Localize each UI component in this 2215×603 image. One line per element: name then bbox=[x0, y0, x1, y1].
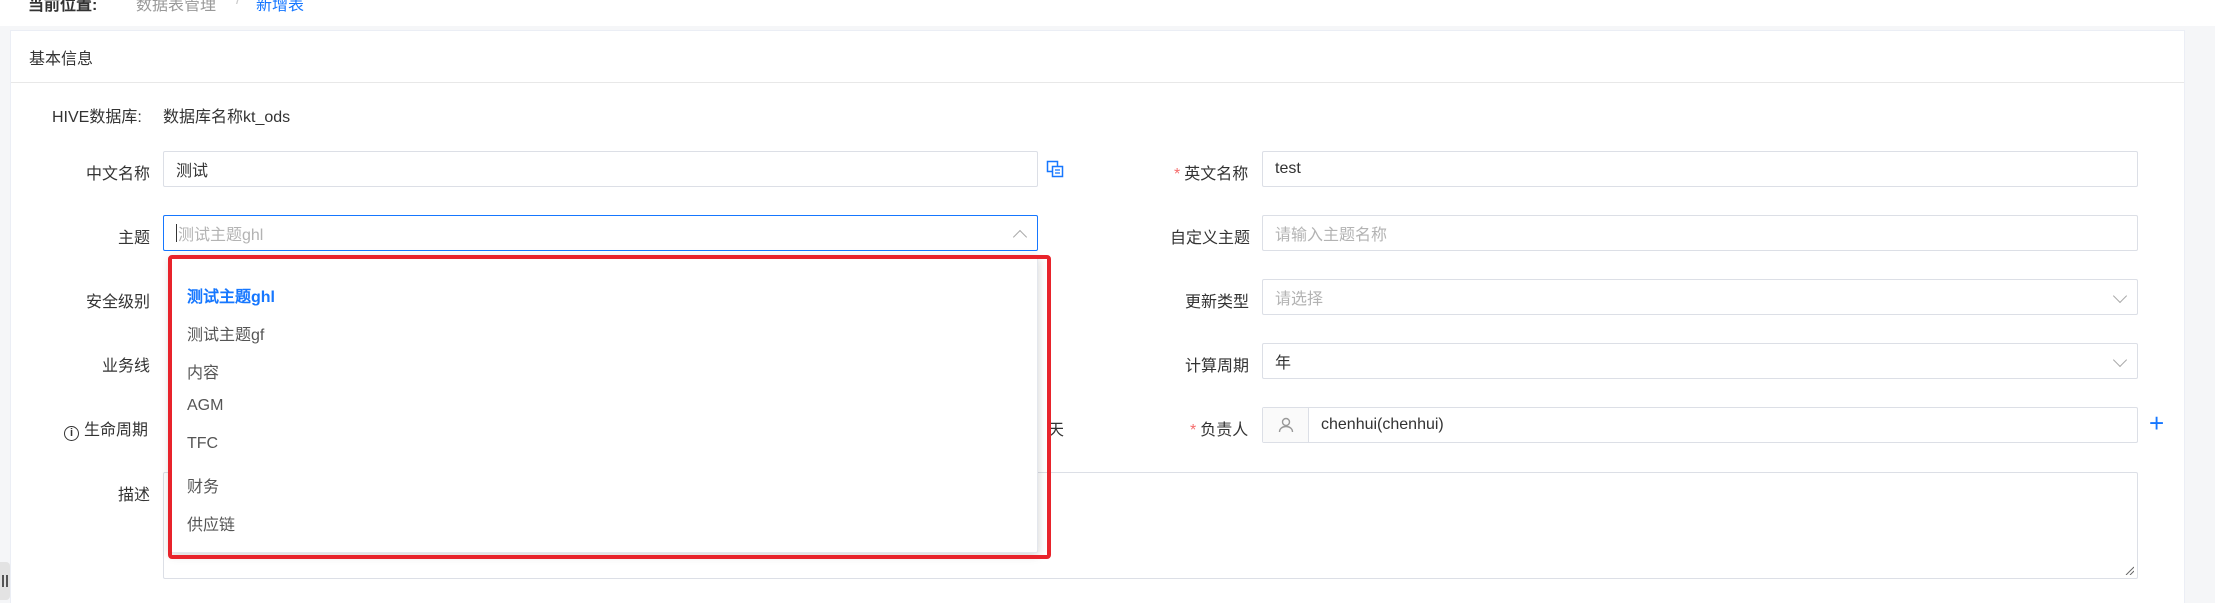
custom-subject-input[interactable]: 请输入主题名称 bbox=[1262, 215, 2138, 251]
lifecycle-label: i 生命周期 bbox=[64, 416, 148, 441]
subject-dropdown: 测试主题ghl 测试主题gf 内容 AGM TFC 财务 供应链 bbox=[170, 256, 1038, 553]
cn-name-input[interactable]: 测试 bbox=[163, 151, 1038, 187]
info-icon[interactable]: i bbox=[64, 426, 79, 441]
hive-db-label: HIVE数据库: bbox=[52, 109, 142, 126]
security-level-label: 安全级别 bbox=[86, 294, 151, 311]
calc-period-label: 计算周期 bbox=[1185, 358, 1250, 375]
sidebar-collapse-handle[interactable] bbox=[0, 562, 10, 600]
text-caret bbox=[176, 224, 177, 242]
dropdown-option[interactable]: 内容 bbox=[187, 359, 219, 383]
owner-label: * 负责人 bbox=[1190, 416, 1248, 440]
calc-period-select[interactable]: 年 bbox=[1262, 343, 2138, 379]
owner-label-text: 负责人 bbox=[1200, 422, 1249, 439]
calc-period-value: 年 bbox=[1275, 355, 1292, 372]
plus-icon[interactable]: + bbox=[2149, 410, 2164, 436]
copy-icon[interactable] bbox=[1046, 160, 1064, 178]
business-line-label: 业务线 bbox=[102, 358, 151, 375]
owner-required-mark: * bbox=[1190, 422, 1197, 439]
update-type-placeholder: 请选择 bbox=[1275, 291, 1324, 308]
subject-placeholder: 测试主题ghl bbox=[178, 227, 264, 244]
dropdown-option-selected[interactable]: 测试主题ghl bbox=[187, 283, 275, 307]
dropdown-option[interactable]: AGM bbox=[187, 397, 223, 415]
lifecycle-label-text: 生命周期 bbox=[84, 422, 149, 439]
breadcrumb-separator: / bbox=[236, 0, 240, 9]
breadcrumb-item-table-management[interactable]: 数据表管理 bbox=[136, 0, 216, 15]
chevron-up-icon bbox=[1012, 229, 1028, 245]
breadcrumb-current-label: 当前位置: bbox=[28, 0, 98, 14]
en-name-label: * 英文名称 bbox=[1174, 160, 1248, 184]
owner-value: chenhui(chenhui) bbox=[1321, 416, 1444, 433]
cn-name-value: 测试 bbox=[176, 163, 209, 180]
custom-subject-placeholder: 请输入主题名称 bbox=[1275, 227, 1388, 244]
chevron-down-icon bbox=[2112, 288, 2128, 304]
section-divider bbox=[11, 82, 2184, 83]
hive-db-value: 数据库名称kt_ods bbox=[163, 109, 291, 126]
en-name-required-mark: * bbox=[1174, 166, 1181, 183]
custom-subject-label: 自定义主题 bbox=[1170, 230, 1251, 247]
en-name-value: test bbox=[1275, 160, 1301, 177]
owner-input[interactable]: chenhui(chenhui) bbox=[1262, 407, 2138, 443]
dropdown-option[interactable]: 财务 bbox=[187, 473, 219, 497]
section-title: 基本信息 bbox=[29, 51, 94, 68]
user-icon bbox=[1263, 408, 1309, 442]
description-label: 描述 bbox=[118, 487, 151, 504]
en-name-label-text: 英文名称 bbox=[1184, 166, 1249, 183]
dropdown-option[interactable]: 供应链 bbox=[187, 511, 235, 535]
update-type-label: 更新类型 bbox=[1185, 294, 1250, 311]
resize-grip-icon[interactable] bbox=[2124, 565, 2134, 575]
subject-label: 主题 bbox=[118, 230, 151, 247]
cn-name-label: 中文名称 bbox=[86, 166, 151, 183]
dropdown-option[interactable]: 测试主题gf bbox=[187, 321, 264, 345]
chevron-down-icon bbox=[2112, 352, 2128, 368]
subject-select[interactable]: 测试主题ghl bbox=[163, 215, 1038, 251]
breadcrumb: 当前位置: 数据表管理 / 新增表 bbox=[0, 0, 2215, 26]
en-name-input[interactable]: test bbox=[1262, 151, 2138, 187]
update-type-select[interactable]: 请选择 bbox=[1262, 279, 2138, 315]
lifecycle-unit: 天 bbox=[1048, 422, 1065, 439]
dropdown-option[interactable]: TFC bbox=[187, 435, 218, 453]
breadcrumb-item-new-table[interactable]: 新增表 bbox=[256, 0, 304, 15]
